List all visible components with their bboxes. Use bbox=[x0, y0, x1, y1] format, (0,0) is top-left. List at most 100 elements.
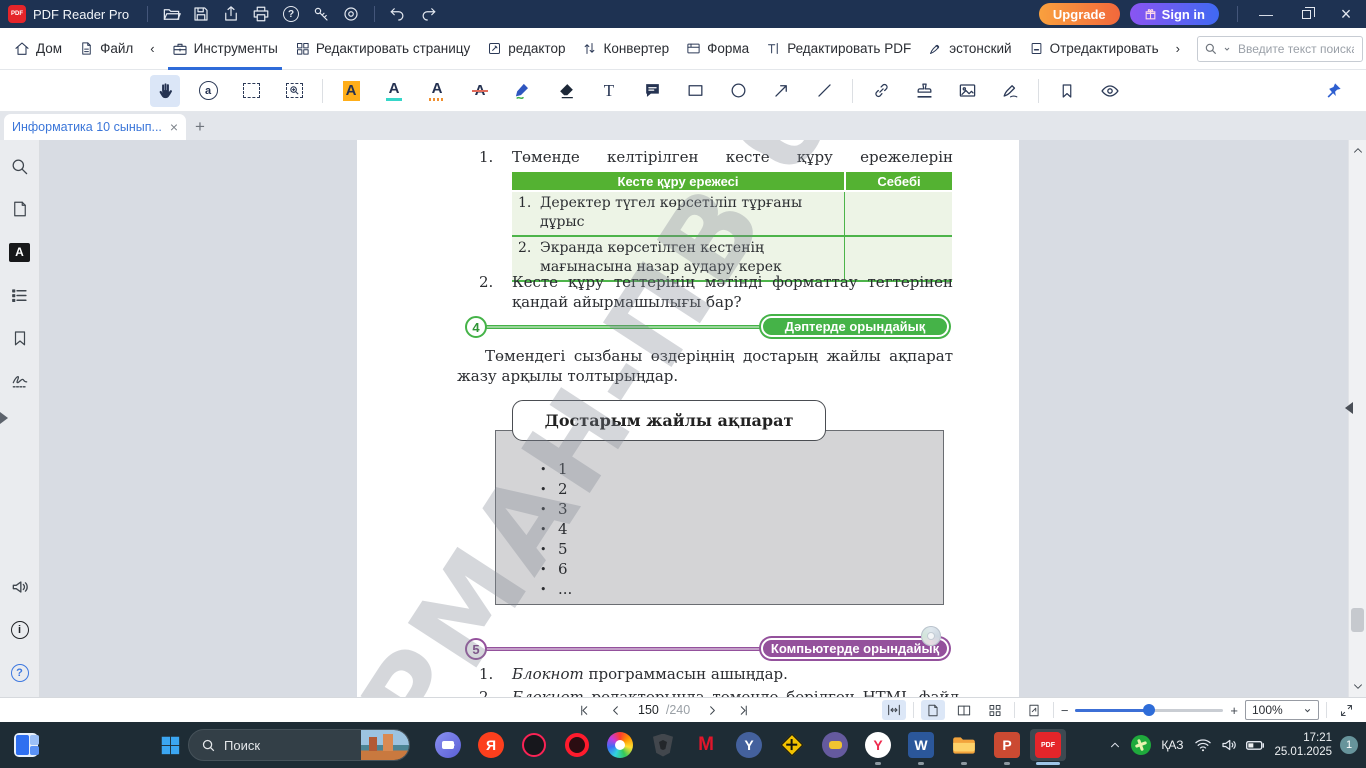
panel-expander-icon[interactable] bbox=[1345, 402, 1353, 414]
document-tab[interactable]: Информатика 10 сынып... × bbox=[4, 114, 186, 140]
scroll-down-icon[interactable] bbox=[1351, 679, 1365, 693]
stamp-tool[interactable] bbox=[909, 75, 939, 107]
menu-edit-pdf[interactable]: Редактировать PDF bbox=[766, 28, 911, 70]
widgets-button[interactable] bbox=[8, 729, 44, 761]
bookmark-tool[interactable] bbox=[1052, 75, 1082, 107]
start-button[interactable] bbox=[152, 729, 188, 761]
taskbar-chat[interactable] bbox=[430, 729, 466, 761]
taskbar-swirl-app[interactable] bbox=[602, 729, 638, 761]
settings-button[interactable] bbox=[336, 0, 366, 28]
strikeout-tool[interactable]: A bbox=[465, 75, 495, 107]
rectangle-tool[interactable] bbox=[680, 75, 710, 107]
signature-tool[interactable] bbox=[995, 75, 1025, 107]
menu-converter[interactable]: Конвертер bbox=[582, 28, 669, 70]
minimize-button[interactable]: — bbox=[1246, 0, 1286, 28]
battery-icon[interactable] bbox=[1242, 722, 1268, 768]
two-page-button[interactable] bbox=[952, 700, 976, 720]
taskbar-y-navy[interactable]: Y bbox=[731, 729, 767, 761]
clock[interactable]: 17:21 25.01.2025 bbox=[1274, 731, 1332, 759]
single-page-button[interactable] bbox=[920, 700, 945, 720]
tab-close-icon[interactable]: × bbox=[170, 119, 178, 135]
pin-toolbar-button[interactable] bbox=[1318, 75, 1348, 107]
search-panel-icon[interactable] bbox=[8, 154, 32, 178]
outline-panel-icon[interactable] bbox=[8, 283, 32, 307]
menu-edit-page[interactable]: Редактировать страницу bbox=[295, 28, 470, 70]
save-button[interactable] bbox=[186, 0, 216, 28]
undo-button[interactable] bbox=[383, 0, 413, 28]
eraser-tool[interactable] bbox=[551, 75, 581, 107]
thumbnails-panel-icon[interactable] bbox=[8, 197, 32, 221]
menu-file[interactable]: Файл bbox=[79, 28, 133, 70]
taskbar-powerpoint[interactable]: P bbox=[989, 729, 1025, 765]
redo-button[interactable] bbox=[413, 0, 443, 28]
vertical-scrollbar[interactable] bbox=[1348, 140, 1366, 697]
notification-badge[interactable]: 1 bbox=[1340, 736, 1358, 754]
highlight-tool[interactable]: A bbox=[336, 75, 366, 107]
sign-in-button[interactable]: Sign in bbox=[1129, 3, 1219, 25]
info-icon[interactable]: i bbox=[8, 618, 32, 642]
scroll-up-icon[interactable] bbox=[1351, 144, 1365, 158]
taskbar-search[interactable]: Поиск bbox=[188, 729, 410, 761]
zoom-in-button[interactable]: + bbox=[1230, 703, 1238, 718]
tray-chevron-icon[interactable] bbox=[1102, 722, 1128, 768]
zoom-area-tool[interactable] bbox=[279, 75, 309, 107]
underline-tool[interactable]: A bbox=[379, 75, 409, 107]
menu-tools[interactable]: Инструменты bbox=[167, 28, 283, 70]
page-scroll-mode-button[interactable] bbox=[1022, 700, 1046, 720]
wifi-icon[interactable] bbox=[1190, 722, 1216, 768]
sidebar-expander-icon[interactable] bbox=[0, 412, 8, 424]
zoom-out-button[interactable]: − bbox=[1061, 703, 1069, 718]
prev-page-button[interactable] bbox=[608, 703, 623, 718]
menu-form[interactable]: Форма bbox=[686, 28, 749, 70]
menu-edited-doc[interactable]: Отредактировать bbox=[1029, 28, 1159, 70]
taskbar-opera[interactable] bbox=[559, 729, 595, 761]
image-tool[interactable] bbox=[952, 75, 982, 107]
next-page-button[interactable] bbox=[705, 703, 720, 718]
ellipse-tool[interactable] bbox=[723, 75, 753, 107]
first-page-button[interactable] bbox=[578, 703, 593, 718]
fullscreen-button[interactable] bbox=[1334, 700, 1358, 720]
taskbar-pdf-reader-active[interactable]: PDF bbox=[1030, 729, 1066, 765]
taskbar-games[interactable] bbox=[817, 729, 853, 761]
line-tool[interactable] bbox=[809, 75, 839, 107]
taskbar-m-app[interactable]: М bbox=[688, 729, 724, 761]
restore-button[interactable] bbox=[1286, 0, 1326, 28]
squiggly-tool[interactable]: A bbox=[422, 75, 452, 107]
taskbar-wot[interactable] bbox=[645, 729, 681, 761]
password-key-button[interactable] bbox=[306, 0, 336, 28]
preview-eye-tool[interactable] bbox=[1095, 75, 1125, 107]
help-button[interactable]: ? bbox=[276, 0, 306, 28]
annotations-panel-icon[interactable]: A bbox=[8, 240, 32, 264]
print-button[interactable] bbox=[246, 0, 276, 28]
arrow-tool[interactable] bbox=[766, 75, 796, 107]
open-file-button[interactable] bbox=[156, 0, 186, 28]
upgrade-button[interactable]: Upgrade bbox=[1038, 3, 1120, 25]
pen-tool[interactable] bbox=[508, 75, 538, 107]
signatures-panel-icon[interactable] bbox=[8, 369, 32, 393]
taskbar-yandex-browser[interactable]: Y bbox=[860, 729, 896, 765]
marquee-select-tool[interactable] bbox=[236, 75, 266, 107]
menu-estonian[interactable]: эстонский bbox=[928, 28, 1012, 70]
taskbar-explorer[interactable] bbox=[946, 729, 982, 765]
scrollbar-thumb[interactable] bbox=[1351, 608, 1364, 632]
page-grid-button[interactable] bbox=[983, 700, 1007, 720]
text-tool[interactable]: T bbox=[594, 75, 624, 107]
tray-antivirus-icon[interactable] bbox=[1128, 722, 1154, 768]
taskbar-opera-gx[interactable] bbox=[516, 729, 552, 761]
fit-width-button[interactable] bbox=[881, 700, 906, 720]
share-button[interactable] bbox=[216, 0, 246, 28]
page-number-input[interactable]: 150 bbox=[638, 703, 659, 717]
search-box[interactable] bbox=[1196, 35, 1363, 62]
link-tool[interactable] bbox=[866, 75, 896, 107]
menu-editor[interactable]: редактор bbox=[487, 28, 565, 70]
taskbar-yandex-red[interactable]: Я bbox=[473, 729, 509, 761]
menu-scroll-right[interactable]: › bbox=[1176, 41, 1180, 56]
bookmarks-panel-icon[interactable] bbox=[8, 326, 32, 350]
new-tab-button[interactable]: + bbox=[186, 114, 214, 140]
close-button[interactable]: × bbox=[1326, 0, 1366, 28]
menu-scroll-left[interactable]: ‹ bbox=[150, 41, 154, 56]
read-aloud-icon[interactable] bbox=[8, 575, 32, 599]
zoom-slider[interactable] bbox=[1075, 703, 1224, 716]
last-page-button[interactable] bbox=[735, 703, 750, 718]
select-tool[interactable]: a bbox=[193, 75, 223, 107]
